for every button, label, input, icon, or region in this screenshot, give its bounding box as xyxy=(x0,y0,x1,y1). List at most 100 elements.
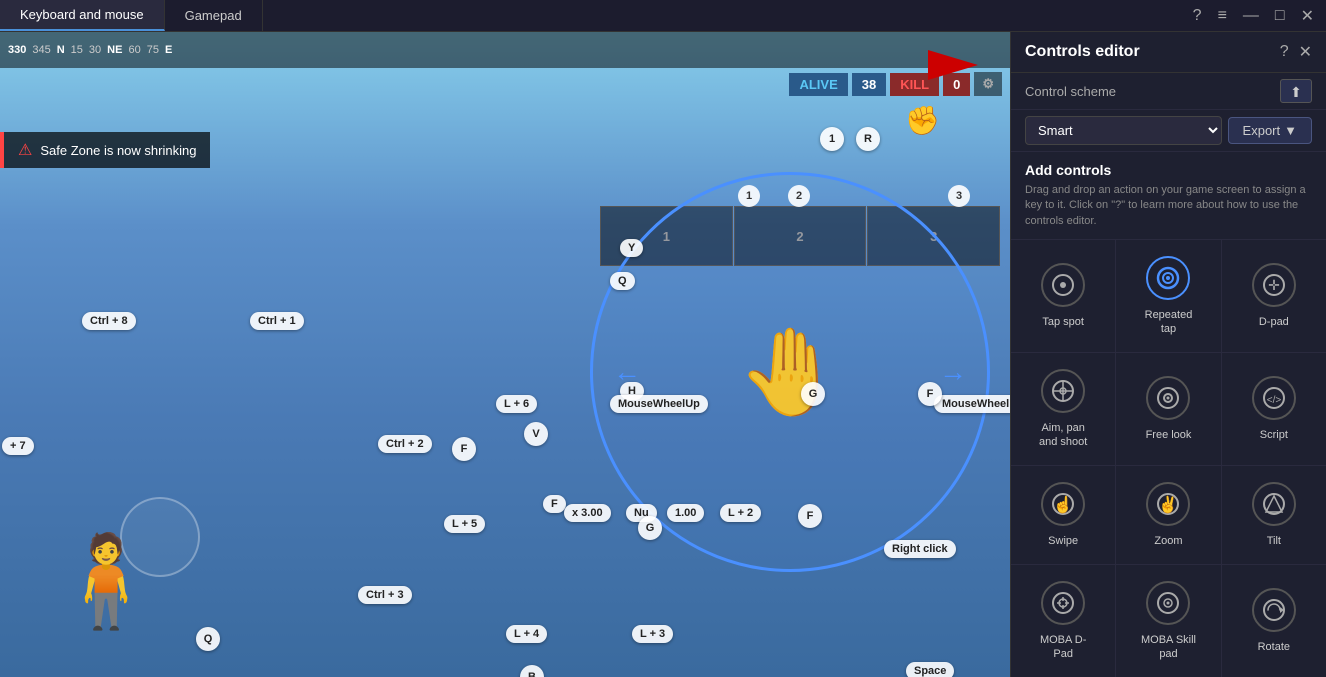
badge-1-top: 1 xyxy=(820,127,844,151)
badge-ctrl3[interactable]: Ctrl + 3 xyxy=(358,586,412,604)
badge-l2[interactable]: L + 2 xyxy=(720,504,761,522)
badge-y[interactable]: Y xyxy=(620,239,643,257)
aim-pan-icon xyxy=(1041,369,1085,413)
maximize-icon[interactable]: □ xyxy=(1275,7,1285,25)
close-icon[interactable]: ✕ xyxy=(1301,6,1314,26)
help-icon[interactable]: ? xyxy=(1193,7,1202,25)
safe-zone-text: Safe Zone is now shrinking xyxy=(40,143,196,158)
alive-label: ALIVE xyxy=(789,73,847,96)
badge-v[interactable]: V xyxy=(524,422,548,446)
export-icon-btn[interactable]: ⬆ xyxy=(1280,79,1312,103)
moba-skill-icon xyxy=(1146,581,1190,625)
badge-f3[interactable]: F xyxy=(798,504,822,528)
script-icon: </> xyxy=(1252,376,1296,420)
dpad-label: D-pad xyxy=(1259,315,1289,329)
control-dpad[interactable]: ✛ D-pad xyxy=(1222,240,1326,352)
control-aim-pan[interactable]: Aim, panand shoot xyxy=(1011,353,1115,465)
dropdown-arrow-icon: ▼ xyxy=(1284,123,1297,138)
main-content: 330 345 N 15 30 NE 60 75 E ALIVE 38 KILL… xyxy=(0,32,1326,677)
export-button[interactable]: Export ▼ xyxy=(1228,117,1312,144)
control-repeated-tap[interactable]: Repeatedtap xyxy=(1116,240,1220,352)
kill-label: KILL xyxy=(890,73,939,96)
control-rotate[interactable]: Rotate xyxy=(1222,565,1326,677)
warning-icon: ⚠ xyxy=(18,140,32,160)
add-controls-desc: Drag and drop an action on your game scr… xyxy=(1025,183,1312,229)
tab-bar: Keyboard and mouse Gamepad ? ≡ — □ ✕ xyxy=(0,0,1326,32)
panel-help-icon[interactable]: ? xyxy=(1280,43,1289,61)
badge-r-top: R xyxy=(856,127,880,151)
rotate-label: Rotate xyxy=(1258,640,1290,654)
badge-mousewheel-down[interactable]: MouseWheelDown xyxy=(934,395,1010,413)
scheme-label: Control scheme xyxy=(1025,84,1116,99)
control-tap-spot[interactable]: Tap spot xyxy=(1011,240,1115,352)
tap-spot-icon xyxy=(1041,263,1085,307)
badge-plus7[interactable]: + 7 xyxy=(2,437,34,455)
tab-gamepad[interactable]: Gamepad xyxy=(165,0,263,31)
badge-l4[interactable]: L + 4 xyxy=(506,625,547,643)
panel-header-icons: ? ✕ xyxy=(1280,42,1312,62)
aim-pan-label: Aim, panand shoot xyxy=(1039,421,1087,450)
badge-f-mid[interactable]: F xyxy=(452,437,476,461)
badge-rightclick[interactable]: Right click xyxy=(884,540,956,558)
rotate-icon xyxy=(1252,588,1296,632)
control-script[interactable]: </> Script xyxy=(1222,353,1326,465)
add-controls-section: Add controls Drag and drop an action on … xyxy=(1011,152,1326,240)
svg-text:✌: ✌ xyxy=(1159,495,1179,514)
moba-dpad-label: MOBA D-Pad xyxy=(1040,633,1086,662)
repeated-tap-icon xyxy=(1146,256,1190,300)
badge-g2[interactable]: G xyxy=(638,516,662,540)
control-free-look[interactable]: Free look xyxy=(1116,353,1220,465)
game-area: 330 345 N 15 30 NE 60 75 E ALIVE 38 KILL… xyxy=(0,32,1010,677)
dpad-icon: ✛ xyxy=(1252,263,1296,307)
panel-header: Controls editor ? ✕ xyxy=(1011,32,1326,73)
tab-keyboard-mouse[interactable]: Keyboard and mouse xyxy=(0,0,165,31)
badge-x3[interactable]: x 3.00 xyxy=(564,504,611,522)
control-tilt[interactable]: Tilt xyxy=(1222,466,1326,564)
badge-ctrl2[interactable]: Ctrl + 2 xyxy=(378,435,432,453)
badge-space[interactable]: Space xyxy=(906,662,954,677)
controls-grid: Tap spot Repeatedtap ✛ D-pad xyxy=(1011,240,1326,677)
panel-close-icon[interactable]: ✕ xyxy=(1299,42,1312,62)
badge-l3[interactable]: L + 3 xyxy=(632,625,673,643)
badge-100[interactable]: 1.00 xyxy=(667,504,704,522)
controls-panel: Controls editor ? ✕ Control scheme ⬆ Sma… xyxy=(1010,32,1326,677)
badge-l6[interactable]: L + 6 xyxy=(496,395,537,413)
safe-zone-warning: ⚠ Safe Zone is now shrinking xyxy=(0,132,210,168)
menu-icon[interactable]: ≡ xyxy=(1218,7,1227,25)
tilt-label: Tilt xyxy=(1267,534,1281,548)
hud-top: ALIVE 38 KILL 0 ⚙ xyxy=(781,68,1010,100)
smart-row: Smart Export ▼ xyxy=(1011,110,1326,152)
scheme-row: Control scheme ⬆ xyxy=(1011,73,1326,110)
control-moba-skill[interactable]: MOBA Skillpad xyxy=(1116,565,1220,677)
control-swipe[interactable]: ☝ Swipe xyxy=(1011,466,1115,564)
badge-f-right[interactable]: F xyxy=(918,382,942,406)
zoom-label: Zoom xyxy=(1154,534,1182,548)
badge-q-bot[interactable]: Q xyxy=(196,627,220,651)
svg-text:</>: </> xyxy=(1267,395,1282,406)
svg-text:☝: ☝ xyxy=(1053,495,1073,514)
gear-icon[interactable]: ⚙ xyxy=(974,72,1002,96)
fist-icon: ✊ xyxy=(905,104,940,137)
repeated-tap-label: Repeatedtap xyxy=(1145,308,1193,337)
swipe-label: Swipe xyxy=(1048,534,1078,548)
badge-q-top[interactable]: Q xyxy=(610,272,635,290)
minimize-icon[interactable]: — xyxy=(1243,7,1259,25)
tilt-icon xyxy=(1252,482,1296,526)
badge-mousewheel-up[interactable]: MouseWheelUp xyxy=(610,395,708,413)
badge-g[interactable]: G xyxy=(801,382,825,406)
free-look-label: Free look xyxy=(1146,428,1192,442)
badge-ctrl8[interactable]: Ctrl + 8 xyxy=(82,312,136,330)
moba-dpad-icon xyxy=(1041,581,1085,625)
control-moba-dpad[interactable]: MOBA D-Pad xyxy=(1011,565,1115,677)
scheme-export-area: ⬆ xyxy=(1280,79,1312,103)
smart-select[interactable]: Smart xyxy=(1025,116,1222,145)
badge-l5[interactable]: L + 5 xyxy=(444,515,485,533)
control-zoom[interactable]: ✌ Zoom xyxy=(1116,466,1220,564)
tap-spot-label: Tap spot xyxy=(1042,315,1084,329)
badge-b[interactable]: B xyxy=(520,665,544,677)
script-label: Script xyxy=(1260,428,1288,442)
moba-skill-label: MOBA Skillpad xyxy=(1141,633,1196,662)
badge-ctrl1[interactable]: Ctrl + 1 xyxy=(250,312,304,330)
zoom-icon: ✌ xyxy=(1146,482,1190,526)
badge-f-lower[interactable]: F xyxy=(543,495,566,513)
